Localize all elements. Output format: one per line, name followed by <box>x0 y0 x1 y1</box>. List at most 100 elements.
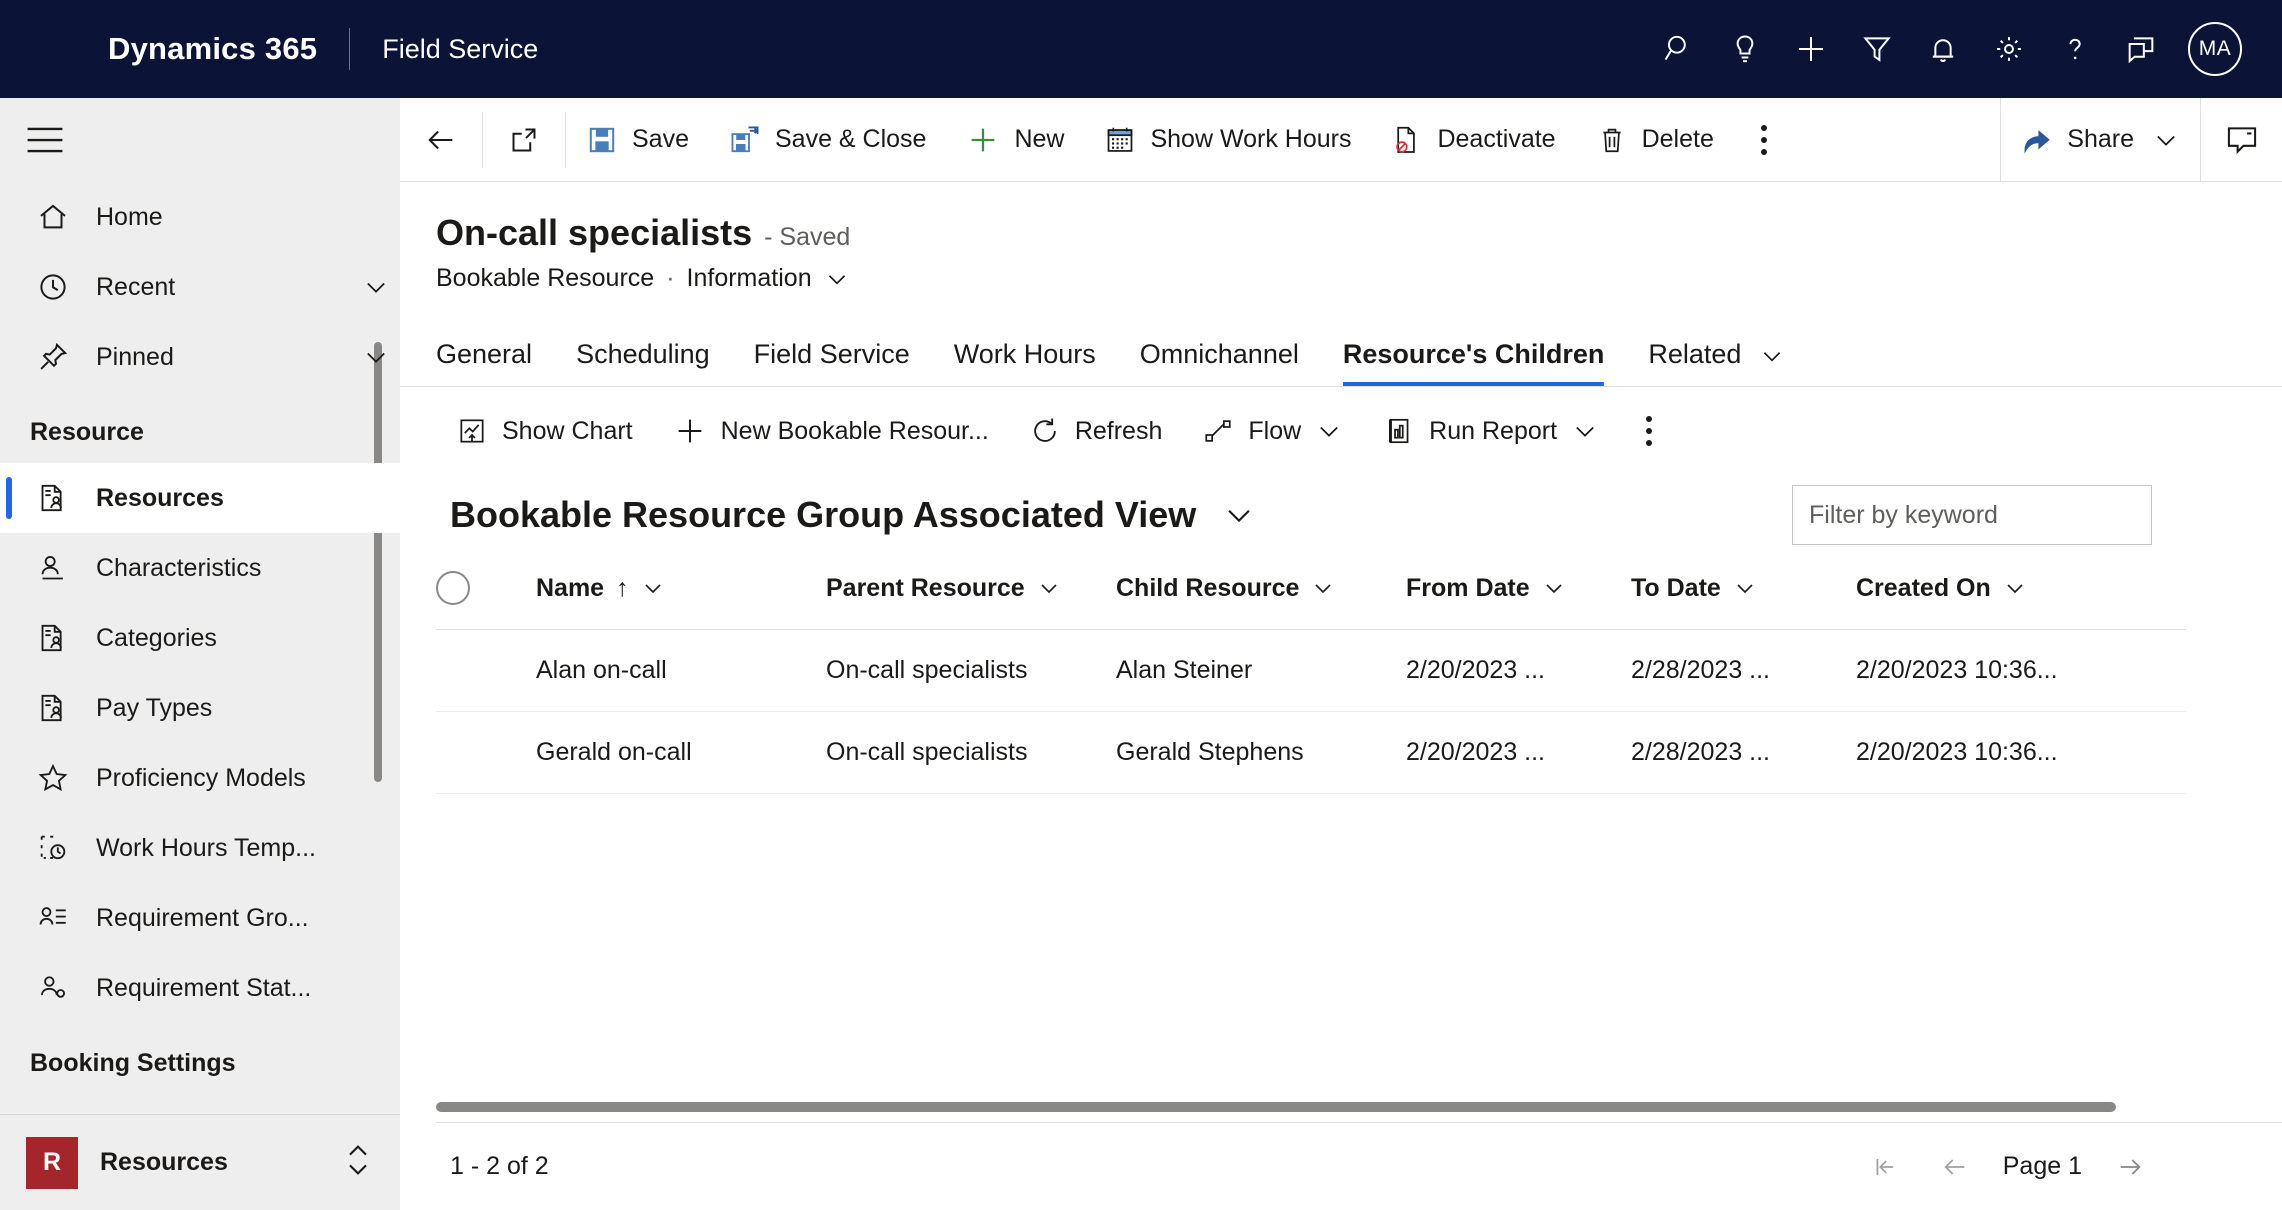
chevron-down-icon[interactable] <box>352 273 400 301</box>
table-row[interactable]: Alan on-call On-call specialists Alan St… <box>436 629 2186 712</box>
search-icon[interactable] <box>1646 16 1712 82</box>
page-first-icon[interactable] <box>1863 1145 1907 1189</box>
share-button[interactable]: Share <box>2001 98 2200 182</box>
sidebar-item-categories[interactable]: Categories <box>0 603 400 673</box>
open-in-new-icon[interactable] <box>483 98 565 182</box>
sidebar-item-requirement-status[interactable]: Requirement Stat... <box>0 953 400 1023</box>
sidebar-item-pinned[interactable]: Pinned <box>0 322 400 392</box>
chevron-down-icon[interactable] <box>1222 498 1256 532</box>
more-vertical-icon[interactable] <box>1619 389 1679 473</box>
cell-parent-resource[interactable]: On-call specialists <box>826 629 1116 712</box>
record-header: On-call specialists - Saved Bookable Res… <box>400 182 2282 293</box>
cell-name[interactable]: Alan on-call <box>536 629 826 712</box>
deactivate-button[interactable]: Deactivate <box>1371 98 1575 182</box>
sidebar-item-recent[interactable]: Recent <box>0 252 400 322</box>
sidebar-item-characteristics[interactable]: Characteristics <box>0 533 400 603</box>
sidebar-item-pay-types[interactable]: Pay Types <box>0 673 400 743</box>
tab-scheduling[interactable]: Scheduling <box>554 339 732 386</box>
chevron-down-icon[interactable] <box>2003 576 2027 600</box>
sidebar-item-resources[interactable]: Resources <box>0 463 400 533</box>
lightbulb-icon[interactable] <box>1712 16 1778 82</box>
view-title[interactable]: Bookable Resource Group Associated View <box>450 494 1196 536</box>
delete-button[interactable]: Delete <box>1576 98 1734 182</box>
search-input[interactable] <box>1809 500 2135 530</box>
record-subtitle: Bookable Resource · Information <box>436 264 2282 293</box>
sidebar-item-label: Requirement Stat... <box>96 973 312 1002</box>
share-area: Share <box>2000 97 2200 182</box>
chevron-down-icon[interactable] <box>824 266 850 292</box>
subgrid-command-bar: Show Chart New Bookable Resour... Refres… <box>436 387 2282 475</box>
side-pane-icon[interactable] <box>2200 97 2282 182</box>
column-header-to-date[interactable]: To Date <box>1631 561 1856 630</box>
select-all-checkbox[interactable] <box>436 571 470 605</box>
chevron-down-icon[interactable] <box>352 343 400 371</box>
bell-icon[interactable] <box>1910 16 1976 82</box>
save-and-close-button[interactable]: Save & Close <box>709 98 946 182</box>
gear-icon[interactable] <box>1976 16 2042 82</box>
hamburger-menu-icon[interactable] <box>0 98 400 182</box>
chevron-down-icon[interactable] <box>1542 576 1566 600</box>
new-bookable-resource-button[interactable]: New Bookable Resour... <box>653 387 1009 475</box>
show-work-hours-button[interactable]: Show Work Hours <box>1084 98 1371 182</box>
tab-work-hours[interactable]: Work Hours <box>932 339 1118 386</box>
app-name[interactable]: Field Service <box>382 34 538 65</box>
chevron-down-icon[interactable] <box>1315 417 1343 445</box>
row-select-cell[interactable] <box>436 711 536 794</box>
column-header-from-date[interactable]: From Date <box>1406 561 1631 630</box>
trash-icon <box>1596 124 1628 156</box>
sidebar-item-requirement-groups[interactable]: Requirement Gro... <box>0 883 400 953</box>
row-select-cell[interactable] <box>436 629 536 712</box>
flow-button[interactable]: Flow <box>1182 387 1363 475</box>
back-arrow-icon[interactable] <box>400 98 482 182</box>
chevron-down-icon[interactable] <box>1311 576 1335 600</box>
refresh-button[interactable]: Refresh <box>1009 387 1183 475</box>
filter-icon[interactable] <box>1844 16 1910 82</box>
column-header-child-resource[interactable]: Child Resource <box>1116 561 1406 630</box>
save-button[interactable]: Save <box>566 98 709 182</box>
tab-related[interactable]: Related <box>1626 339 1807 386</box>
area-switcher[interactable]: R Resources <box>0 1114 400 1210</box>
question-icon[interactable] <box>2042 16 2108 82</box>
sidebar-item-proficiency-models[interactable]: Proficiency Models <box>0 743 400 813</box>
chevron-down-icon[interactable] <box>2152 126 2180 154</box>
cell-child-resource[interactable]: Gerald Stephens <box>1116 711 1406 794</box>
sidebar-item-work-hours-templates[interactable]: Work Hours Temp... <box>0 813 400 883</box>
filter-by-keyword-box[interactable] <box>1792 485 2152 545</box>
table-header: Name ↑ Parent Resource Child Resource Fr… <box>436 561 2186 630</box>
grid-footer: 1 - 2 of 2 Page 1 <box>436 1122 2282 1210</box>
show-chart-button[interactable]: Show Chart <box>436 387 653 475</box>
page-prev-icon[interactable] <box>1933 1145 1977 1189</box>
run-report-button[interactable]: Run Report <box>1363 387 1619 475</box>
column-header-created-on[interactable]: Created On <box>1856 561 2186 630</box>
tab-field-service[interactable]: Field Service <box>732 339 932 386</box>
tab-resources-children[interactable]: Resource's Children <box>1321 339 1627 386</box>
chevron-updown-icon[interactable] <box>342 1140 374 1185</box>
chevron-down-icon[interactable] <box>641 576 665 600</box>
sidebar-item-home[interactable]: Home <box>0 182 400 252</box>
select-all-header[interactable] <box>436 561 536 630</box>
chevron-down-icon[interactable] <box>1571 417 1599 445</box>
chevron-down-icon[interactable] <box>1733 576 1757 600</box>
sidebar-scroll-region[interactable]: Home Recent Pinned Resource Resources Ch… <box>0 182 400 1114</box>
chevron-down-icon[interactable] <box>1037 576 1061 600</box>
cell-parent-resource[interactable]: On-call specialists <box>826 711 1116 794</box>
page-next-icon[interactable] <box>2108 1145 2152 1189</box>
more-vertical-icon[interactable] <box>1734 98 1794 182</box>
tab-omnichannel[interactable]: Omnichannel <box>1118 339 1321 386</box>
product-brand[interactable]: Dynamics 365 <box>108 31 317 67</box>
avatar[interactable]: MA <box>2188 22 2242 76</box>
flow-icon <box>1202 415 1234 447</box>
horizontal-scrollbar[interactable] <box>436 1102 2116 1112</box>
table-row[interactable]: Gerald on-call On-call specialists Geral… <box>436 711 2186 794</box>
cell-name[interactable]: Gerald on-call <box>536 711 826 794</box>
column-header-name[interactable]: Name ↑ <box>536 561 826 630</box>
show-chart-label: Show Chart <box>502 416 633 445</box>
tab-general[interactable]: General <box>436 339 554 386</box>
cell-child-resource[interactable]: Alan Steiner <box>1116 629 1406 712</box>
new-button[interactable]: New <box>946 98 1084 182</box>
plus-icon[interactable] <box>1778 16 1844 82</box>
feedback-icon[interactable] <box>2108 16 2174 82</box>
form-name[interactable]: Information <box>687 264 812 293</box>
column-header-parent-resource[interactable]: Parent Resource <box>826 561 1116 630</box>
chevron-down-icon[interactable] <box>1759 343 1785 369</box>
